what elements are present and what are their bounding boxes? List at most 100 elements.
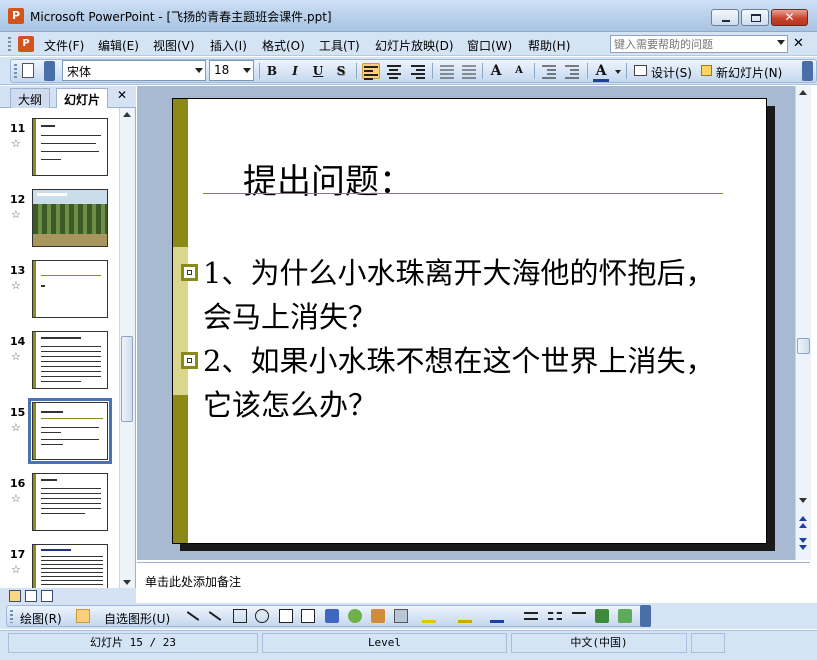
slide-thumbnail[interactable] [32,544,108,590]
chevron-down-icon[interactable] [615,70,621,74]
menu-grip[interactable] [8,37,11,51]
shadow-style-icon[interactable] [595,609,609,623]
document-icon[interactable]: P [18,36,34,52]
new-slide-button[interactable]: 新幻灯片(N) [716,64,782,81]
arrow-style-icon[interactable] [572,612,586,620]
insert-picture-icon[interactable] [394,609,408,623]
slide-thumbnail[interactable] [32,118,108,176]
scroll-up-icon[interactable] [799,90,807,95]
3d-style-icon[interactable] [618,609,632,623]
slide-scrollbar[interactable] [795,86,811,560]
draw-menu-button[interactable]: 绘图(R) [20,610,62,627]
slide-thumbnail[interactable] [32,189,108,247]
current-slide[interactable]: 提出问题： 1、为什么小水珠离开大海他的怀抱后，会马上消失？ 2、如果小水珠不想… [172,98,767,544]
font-color-button[interactable]: A [593,62,609,82]
scroll-down-icon[interactable] [799,498,807,503]
rectangle-tool-icon[interactable] [233,609,247,623]
font-color-icon[interactable] [490,609,504,623]
close-document-icon[interactable]: ✕ [793,36,804,51]
chevron-down-icon[interactable] [777,40,785,45]
text-box-icon[interactable] [279,609,293,623]
chevron-down-icon[interactable] [195,68,203,73]
font-name-select[interactable]: 宋体 [62,60,206,81]
help-search-input[interactable] [611,36,771,52]
normal-view-icon[interactable] [9,590,21,602]
line-color-icon[interactable] [458,609,472,623]
toolbar-options-icon[interactable] [44,61,55,81]
toolbar-grip[interactable] [14,64,17,78]
diagram-icon[interactable] [348,609,362,623]
scroll-down-icon[interactable] [123,580,131,585]
menu-view[interactable]: 视图(V) [153,37,195,54]
menu-insert[interactable]: 插入(I) [210,37,247,54]
close-window-button[interactable]: ✕ [771,9,808,26]
grow-font-button[interactable]: A [488,62,504,80]
thumbnail-row[interactable]: 17 ☆ [0,540,119,590]
select-pointer-icon[interactable] [76,609,90,623]
numbered-list-icon[interactable] [438,63,456,79]
thumbnail-row[interactable]: 14 ☆ [0,327,119,391]
maximize-button[interactable] [741,9,769,26]
slide-sorter-view-icon[interactable] [25,590,37,602]
toolbar-options-icon[interactable] [802,61,813,81]
align-right-button[interactable] [408,63,426,79]
autoshapes-button[interactable]: 自选图形(U) [104,610,170,627]
slide-title[interactable]: 提出问题： [243,154,413,203]
thumbnail-scrollbar[interactable] [119,108,134,590]
menu-edit[interactable]: 编辑(E) [98,37,139,54]
bold-button[interactable]: B [265,62,279,80]
menu-tools[interactable]: 工具(T) [319,37,360,54]
slide-thumbnail[interactable] [32,473,108,531]
menu-window[interactable]: 窗口(W) [467,37,512,54]
slide-thumbnail[interactable] [32,331,108,389]
slide-thumbnail[interactable] [32,260,108,318]
decrease-indent-icon[interactable] [540,63,558,79]
thumbnail-row[interactable]: 11 ☆ [0,114,119,178]
tab-outline[interactable]: 大纲 [10,88,51,108]
fill-color-icon[interactable] [422,609,436,623]
shadow-button[interactable]: S [334,62,348,80]
menu-slideshow[interactable]: 幻灯片放映(D) [375,37,454,54]
minimize-button[interactable] [711,9,739,26]
italic-button[interactable]: I [288,62,302,80]
slideshow-view-icon[interactable] [41,590,53,602]
spelling-status-icon[interactable] [691,633,725,653]
next-slide-icon[interactable] [799,545,807,550]
wordart-icon[interactable] [325,609,339,623]
menu-format[interactable]: 格式(O) [262,37,305,54]
scrollbar-thumb[interactable] [797,338,810,354]
scrollbar-thumb[interactable] [121,336,133,422]
close-pane-icon[interactable]: ✕ [117,88,127,102]
bulleted-list-icon[interactable] [460,63,478,79]
thumbnail-row[interactable]: 16 ☆ [0,469,119,533]
new-document-icon[interactable] [22,63,34,78]
vertical-text-box-icon[interactable] [301,609,315,623]
toolbar-options-icon[interactable] [640,605,651,627]
notes-placeholder[interactable]: 单击此处添加备注 [145,573,241,590]
clip-art-icon[interactable] [371,609,385,623]
align-center-button[interactable] [385,63,403,79]
chevron-down-icon[interactable] [243,68,251,73]
underline-button[interactable]: U [311,62,325,80]
slide-bullet[interactable]: 2、如果小水珠不想在这个世界上消失，它该怎么办？ [181,339,741,427]
slide-bullet[interactable]: 1、为什么小水珠离开大海他的怀抱后，会马上消失？ [181,251,741,339]
help-search-box[interactable] [610,35,788,53]
design-button[interactable]: 设计(S) [651,64,692,81]
menu-file[interactable]: 文件(F) [44,37,84,54]
thumbnail-row[interactable]: 13 ☆ [0,256,119,320]
slide-thumbnail-selected[interactable] [28,398,112,464]
line-style-icon[interactable] [524,612,538,620]
menu-help[interactable]: 帮助(H) [528,37,570,54]
oval-tool-icon[interactable] [255,609,269,623]
font-size-select[interactable]: 18 [209,60,254,81]
next-slide-icon[interactable] [799,538,807,543]
previous-slide-icon[interactable] [799,523,807,528]
tab-slides[interactable]: 幻灯片 [56,88,109,108]
align-left-button[interactable] [362,63,380,80]
shrink-font-button[interactable]: A [511,62,527,80]
thumbnail-row[interactable]: 12 ☆ [0,185,119,249]
thumbnail-row[interactable]: 15 ☆ [0,398,119,464]
scroll-up-icon[interactable] [123,112,131,117]
notes-pane[interactable]: 单击此处添加备注 [137,562,810,602]
toolbar-grip[interactable] [10,610,13,623]
